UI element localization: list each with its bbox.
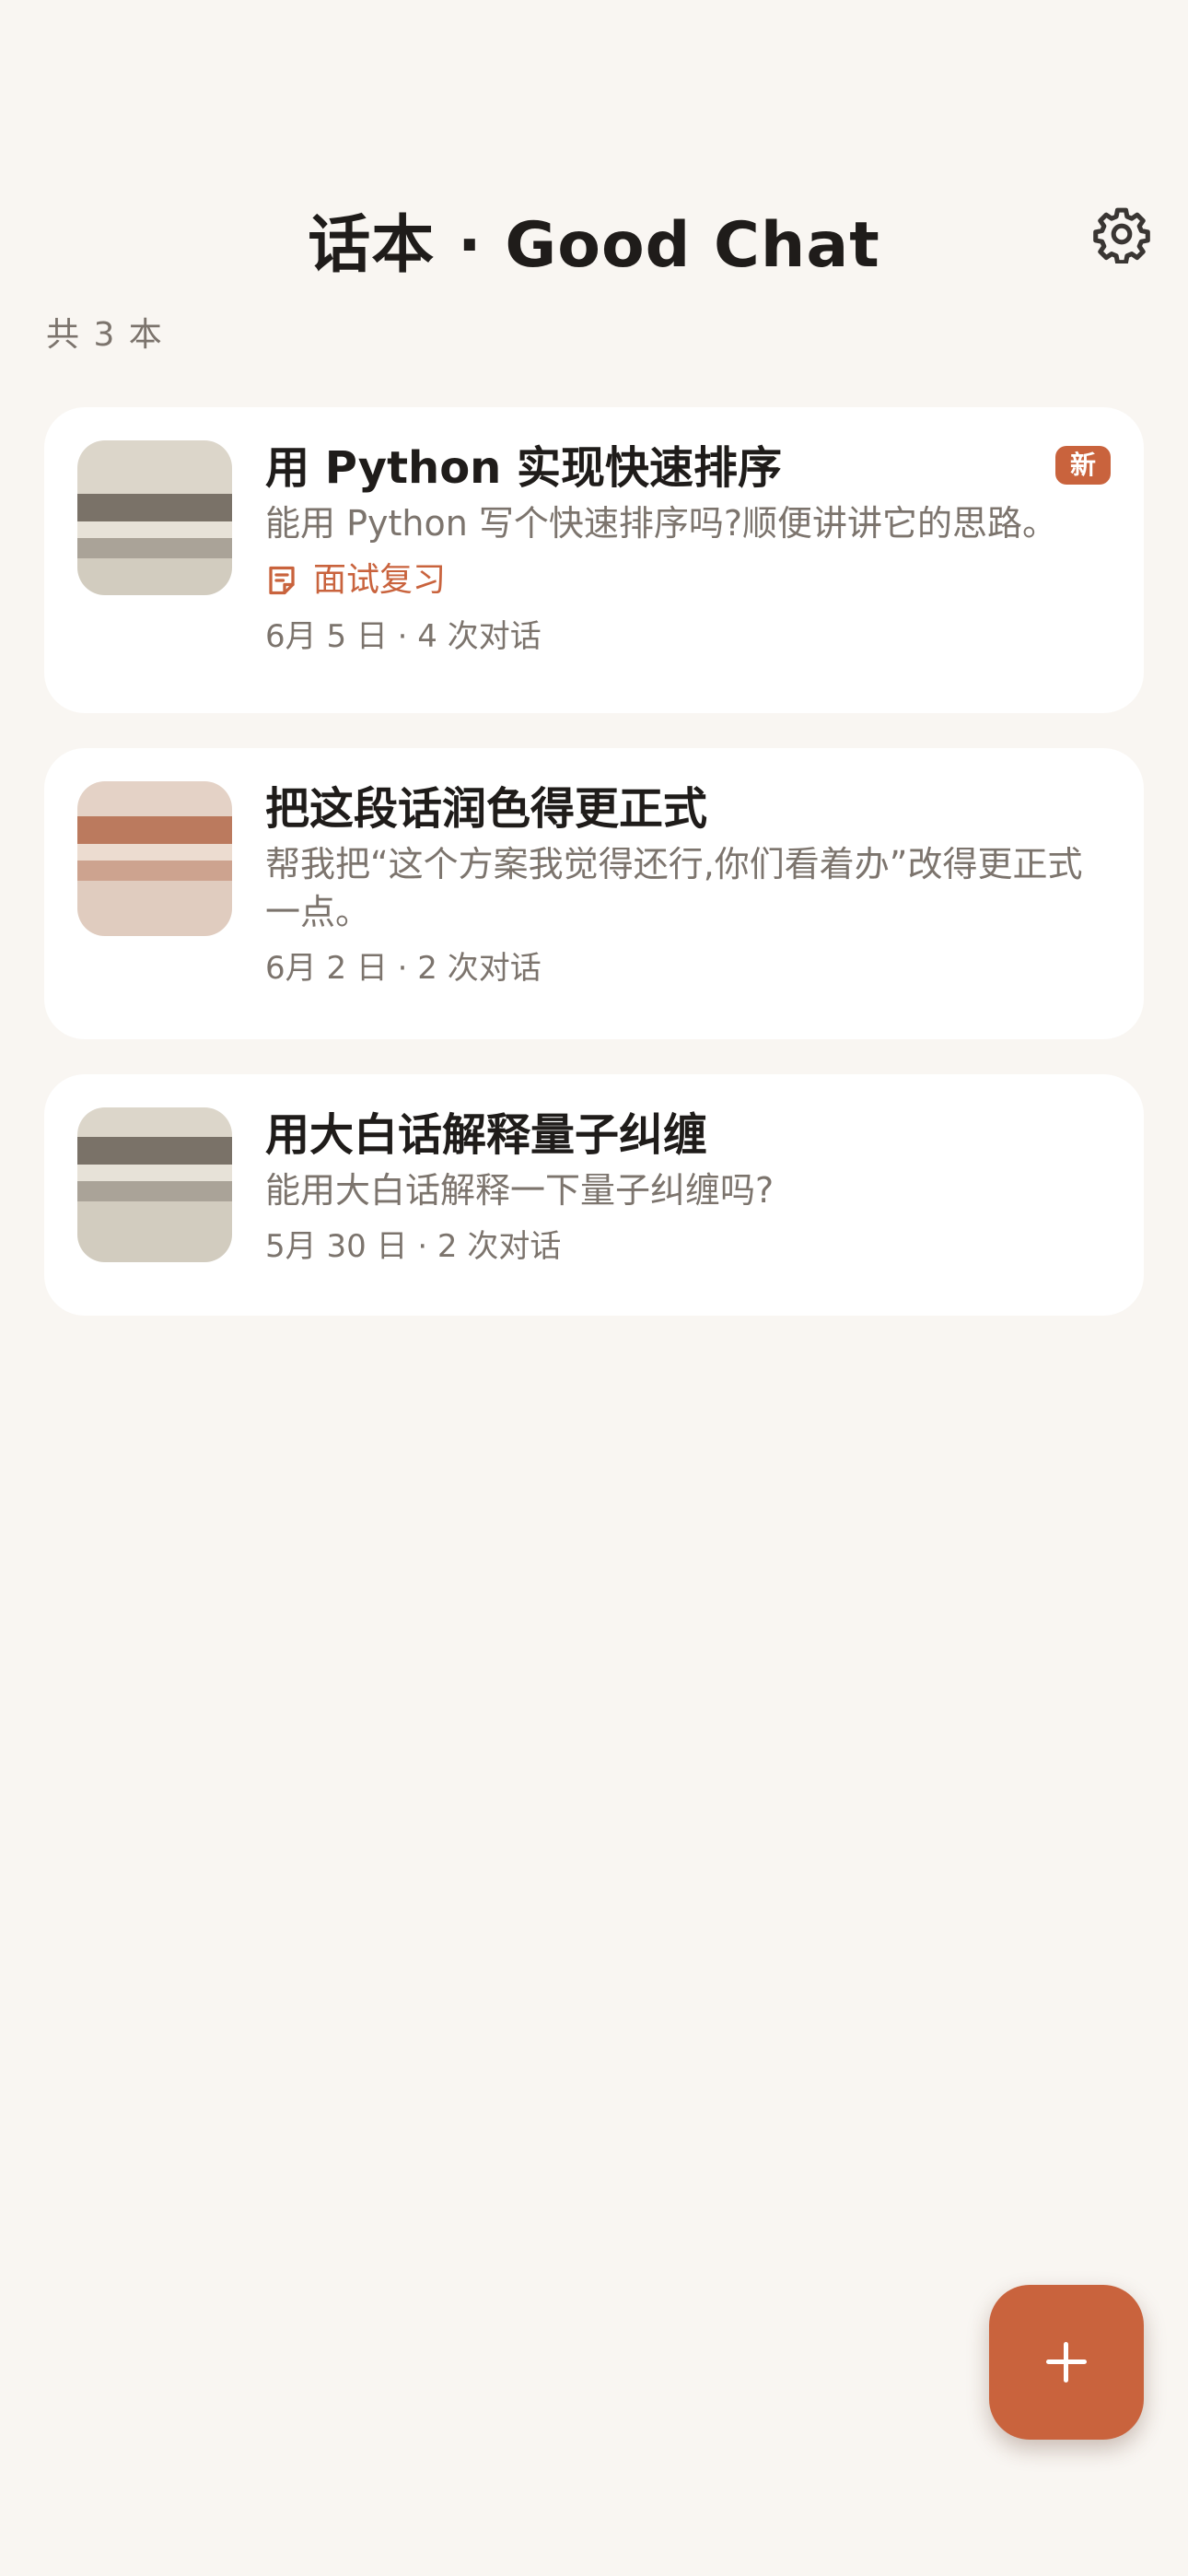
new-conversation-button[interactable]: [989, 2285, 1144, 2440]
conversation-tag[interactable]: 面试复习: [265, 556, 1111, 604]
conversation-meta: 6月 5 日 · 4 次对话: [265, 618, 542, 655]
conversation-preview: 能用大白话解释一下量子纠缠吗?: [265, 1170, 775, 1211]
new-badge: 新: [1054, 446, 1111, 485]
gear-icon: [1093, 207, 1150, 265]
settings-button[interactable]: [1092, 205, 1151, 265]
conversation-card[interactable]: 把这段话润色得更正式 帮我把“这个方案我觉得还行,你们看着办”改得更正式一点。 …: [44, 748, 1144, 1039]
thumb-band: [77, 1107, 232, 1137]
conversation-card[interactable]: 用大白话解释量子纠缠 能用大白话解释一下量子纠缠吗? 5月 30 日 · 2 次…: [44, 1074, 1144, 1316]
conversation-meta: 6月 2 日 · 2 次对话: [265, 950, 542, 987]
conversation-thumbnail: [77, 440, 232, 595]
conversation-thumbnail: [77, 781, 232, 936]
conversation-title: 用大白话解释量子纠缠: [265, 1109, 708, 1161]
thumb-band: [77, 816, 232, 844]
conversation-count: 共 3 本: [46, 316, 164, 354]
conversation-title: 用 Python 实现快速排序: [265, 442, 783, 494]
conversation-thumbnail: [77, 1107, 232, 1262]
note-icon: [269, 566, 295, 595]
thumb-band: [77, 1201, 232, 1262]
thumb-band: [77, 538, 232, 558]
thumb-band: [77, 558, 232, 595]
thumb-band: [77, 844, 232, 861]
thumb-band: [77, 1181, 232, 1201]
thumb-band: [77, 1137, 232, 1165]
conversation-title: 把这段话润色得更正式: [265, 783, 708, 835]
tag-label: 面试复习: [313, 561, 447, 599]
conversation-meta: 5月 30 日 · 2 次对话: [265, 1228, 562, 1265]
thumb-band: [77, 861, 232, 881]
thumb-band: [77, 1165, 232, 1181]
thumb-band: [77, 440, 232, 494]
page-title: 话本 · Good Chat: [308, 209, 880, 282]
thumb-band: [77, 494, 232, 521]
conversation-card[interactable]: 用 Python 实现快速排序 能用 Python 写个快速排序吗?顺便讲讲它的…: [44, 407, 1144, 713]
thumb-band: [77, 781, 232, 816]
conversation-preview: 帮我把“这个方案我觉得还行,你们看着办”改得更正式一点。: [265, 844, 1083, 932]
thumb-band: [77, 881, 232, 936]
conversation-preview: 能用 Python 写个快速排序吗?顺便讲讲它的思路。: [265, 503, 1058, 544]
thumb-band: [77, 521, 232, 538]
